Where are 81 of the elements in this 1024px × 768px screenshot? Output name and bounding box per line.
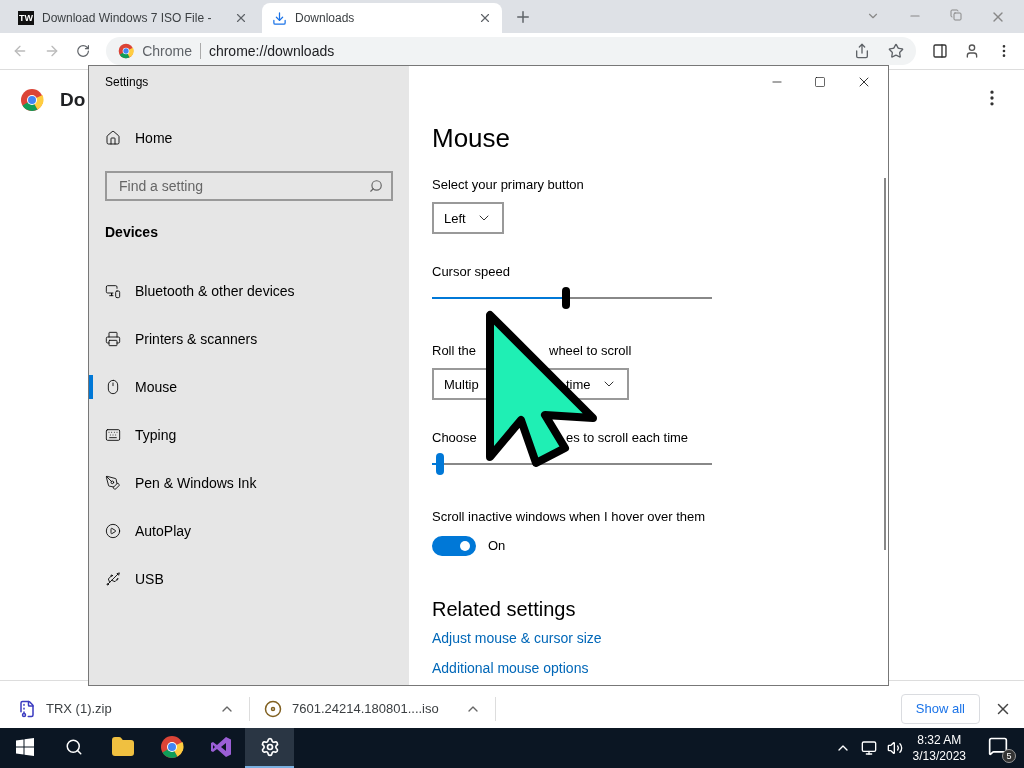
section-heading: Devices	[105, 223, 159, 242]
browser-tab[interactable]: Downloads	[262, 3, 502, 33]
slider-thumb[interactable]	[562, 287, 571, 309]
dropdown-value: Multip	[444, 376, 480, 392]
scrollbar[interactable]	[884, 178, 886, 550]
chrome-logo-icon	[118, 43, 135, 59]
site-label: Chrome	[142, 43, 201, 59]
notification-button[interactable]: 5	[986, 733, 1016, 763]
section-heading: Related settings	[432, 597, 576, 622]
side-panel-icon[interactable]	[932, 42, 949, 60]
volume-icon[interactable]	[886, 740, 903, 756]
setting-label: es to scroll each time	[566, 429, 689, 447]
search-icon	[369, 179, 383, 193]
search-icon	[64, 738, 83, 756]
setting-label: wheel to scroll	[549, 342, 632, 360]
windows-logo-icon	[15, 738, 34, 756]
maximize-icon[interactable]	[814, 76, 826, 88]
settings-icon	[259, 737, 280, 757]
setting-label: Cursor speed	[432, 263, 511, 281]
file-name: 7601.24214.180801....iso	[292, 701, 440, 716]
url-text: chrome://downloads	[208, 43, 335, 59]
usb-icon	[105, 571, 121, 587]
setting-label: Roll the	[432, 342, 478, 360]
play-circle-icon	[105, 523, 121, 539]
download-item[interactable]: 7601.24214.180801....iso	[264, 696, 496, 721]
nav-item[interactable]: Pen & Windows Ink	[89, 459, 409, 507]
pen-icon	[105, 475, 121, 491]
browser-tab[interactable]: TW Download Windows 7 ISO File -	[8, 3, 258, 33]
notification-count: 5	[1002, 748, 1016, 763]
dropdown[interactable]: Left	[432, 202, 504, 234]
settings-link[interactable]: Additional mouse options	[432, 658, 589, 678]
search-input[interactable]: Find a setting	[117, 177, 369, 195]
folder-icon	[110, 735, 135, 759]
nav-item[interactable]: Home	[89, 114, 409, 162]
site-logo: TW	[18, 11, 34, 25]
share-icon[interactable]	[854, 43, 871, 59]
window-title: Settings	[105, 74, 150, 90]
disc-file-icon	[264, 699, 282, 718]
page-heading: Do	[60, 88, 86, 112]
star-icon[interactable]	[888, 43, 905, 59]
nav-item[interactable]: Bluetooth & other devices	[89, 267, 409, 315]
studio-logo-icon	[208, 735, 233, 759]
keyboard-icon	[105, 427, 121, 443]
chrome-logo-icon	[20, 88, 44, 112]
slider-thumb[interactable]	[436, 453, 445, 475]
setting-label: Select your primary button	[432, 176, 584, 194]
show-all-button[interactable]: Show all	[900, 693, 980, 724]
setting-label: Scroll inactive windows when I hover over them	[432, 508, 706, 526]
download-item[interactable]: TRX (1).zip	[18, 696, 250, 721]
taskbar-app[interactable]	[245, 728, 294, 768]
dropdown-value: time	[566, 376, 591, 392]
reload-icon[interactable]	[75, 43, 91, 59]
printer-icon	[105, 331, 121, 347]
toggle-state: On	[488, 537, 506, 555]
clock-time: 8:32 AM	[917, 732, 962, 748]
chrome-logo-icon	[159, 735, 184, 759]
notification-icon	[988, 735, 1008, 756]
nav-item[interactable]: AutoPlay	[89, 507, 409, 555]
search-field[interactable]: Find a setting	[105, 171, 393, 201]
nav-item[interactable]: Typing	[89, 411, 409, 459]
file-name: TRX (1).zip	[46, 701, 113, 716]
tab-title: Downloads	[295, 11, 356, 25]
devices-icon	[105, 283, 121, 299]
zip-file-icon	[18, 699, 36, 718]
setting-label: Choose	[432, 429, 478, 447]
mouse-icon	[105, 379, 121, 395]
clock[interactable]: 8:32 AM 3/13/2023	[912, 732, 966, 764]
tab-title: Download Windows 7 ISO File -	[42, 11, 213, 25]
page-title: Mouse	[432, 122, 511, 155]
close-icon[interactable]	[478, 11, 492, 25]
clock-date: 3/13/2023	[912, 748, 966, 764]
download-icon	[272, 10, 287, 26]
nav-item[interactable]: Mouse	[89, 363, 409, 411]
nav-item[interactable]: USB	[89, 555, 409, 603]
dropdown-value: Left	[444, 210, 466, 226]
address-bar[interactable]: Chrome chrome://downloads	[106, 37, 917, 65]
home-icon	[105, 130, 121, 146]
network-icon[interactable]	[860, 740, 877, 756]
settings-link[interactable]: Adjust mouse & cursor size	[432, 628, 602, 648]
nav-item[interactable]: Printers & scanners	[89, 315, 409, 363]
toggle-switch[interactable]	[432, 536, 476, 556]
